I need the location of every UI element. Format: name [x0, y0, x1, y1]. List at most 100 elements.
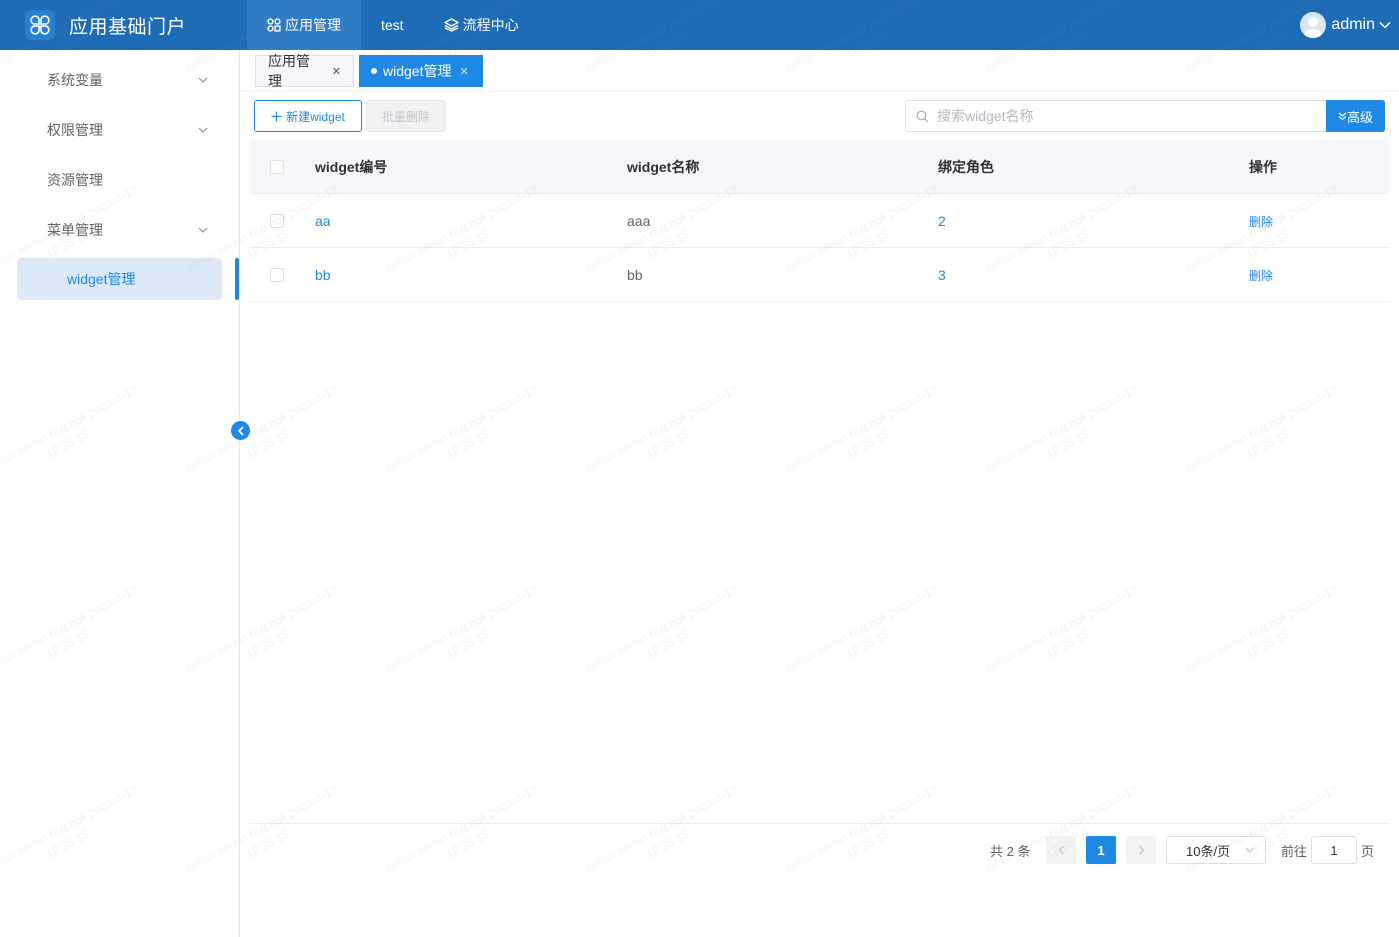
widget-name: bb — [627, 267, 643, 283]
watermark-line: 12:25:15 — [443, 626, 492, 662]
watermark-line: 12:25:15 — [1043, 626, 1092, 662]
widget-id-link[interactable]: aa — [315, 213, 331, 229]
goto-label: 前往 — [1281, 843, 1308, 859]
watermark-line: admin admin null null 2023-4-13 — [582, 782, 741, 876]
pagination-divider — [250, 823, 1389, 824]
tab-app-management[interactable]: 应用管理 ✕ — [255, 53, 354, 89]
watermark-text: admin admin null null 2023-4-1312:25:15 — [382, 782, 548, 890]
search-input[interactable] — [937, 108, 1317, 124]
batch-delete-label: 批量删除 — [381, 109, 430, 124]
batch-delete-button[interactable]: 批量删除 — [366, 100, 446, 132]
top-nav-label: test — [381, 17, 404, 33]
row-checkbox[interactable] — [270, 268, 284, 282]
widget-id-link[interactable]: bb — [315, 267, 331, 283]
double-chevron-down-icon — [1338, 112, 1347, 120]
watermark-line: admin admin null null 2023-4-13 — [382, 782, 541, 876]
close-icon[interactable]: ✕ — [332, 65, 341, 78]
watermark-line: 12:25:15 — [1043, 426, 1092, 462]
widget-name: aaa — [627, 213, 651, 229]
page-suffix: 页 — [1361, 843, 1375, 859]
tab-label: widget管理 — [383, 63, 452, 79]
watermark-text: admin admin null null 2023-4-1312:25:15 — [982, 382, 1148, 490]
brand: 应用基础门户 — [0, 0, 247, 50]
watermark-line: 12:25:15 — [843, 626, 892, 662]
top-nav-test[interactable]: test — [361, 0, 424, 50]
watermark-line: admin admin null null 2023-4-13 — [1182, 382, 1341, 476]
watermark-text: admin admin null null 2023-4-1312:25:15 — [582, 582, 748, 690]
watermark-line: admin admin null null 2023-4-13 — [382, 582, 541, 676]
watermark-text: admin admin null null 2023-4-1312:25:15 — [382, 582, 548, 690]
table-header: widget编号 widget名称 绑定角色 操作 — [250, 140, 1389, 194]
top-nav-process-center[interactable]: 流程中心 — [424, 0, 539, 50]
sidebar-subitem-label: widget管理 — [67, 271, 136, 287]
watermark-line: admin admin null null 2023-4-13 — [782, 382, 941, 476]
chevron-down-icon — [198, 227, 208, 233]
advanced-label: 高级 — [1346, 109, 1373, 125]
page-number-button[interactable]: 1 — [1086, 836, 1116, 864]
bound-roles-link[interactable]: 3 — [938, 267, 946, 283]
watermark-line: admin admin null null 2023-4-13 — [1182, 582, 1341, 676]
row-checkbox[interactable] — [270, 214, 284, 228]
watermark-line: admin admin null null 2023-4-13 — [982, 582, 1141, 676]
top-nav: 应用管理 test 流程中心 — [247, 0, 539, 50]
sidebar-item-label: 菜单管理 — [47, 222, 103, 238]
sidebar-item-system-variables[interactable]: 系统变量 — [0, 55, 239, 105]
chevron-left-icon — [1058, 845, 1064, 855]
watermark-text: admin admin null null 2023-4-1312:25:15 — [782, 582, 948, 690]
new-widget-button[interactable]: 新建widget — [254, 100, 362, 132]
watermark-text: admin admin null null 2023-4-1312:25:15 — [982, 582, 1148, 690]
page-size-select[interactable]: 10条/页 — [1166, 836, 1266, 864]
sidebar-item-label: 资源管理 — [47, 172, 103, 188]
search-icon — [916, 110, 929, 122]
tabs-bar: 应用管理 ✕ widget管理 ✕ — [240, 50, 1399, 92]
watermark-text: admin admin null null 2023-4-1312:25:15 — [1182, 582, 1348, 690]
watermark-text: admin admin null null 2023-4-1312:25:15 — [1182, 382, 1348, 490]
sidebar-collapse-button[interactable] — [231, 421, 250, 440]
watermark-line: admin admin null null 2023-4-13 — [782, 582, 941, 676]
app-logo-icon — [25, 10, 55, 40]
watermark-text: admin admin null null 2023-4-1312:25:15 — [782, 782, 948, 890]
watermark-text: admin admin null null 2023-4-1312:25:15 — [582, 382, 748, 490]
watermark-line: 12:25:15 — [1243, 426, 1292, 462]
delete-button[interactable]: 删除 — [1249, 213, 1273, 230]
sidebar-item-label: 系统变量 — [47, 72, 103, 88]
sidebar: 系统变量 权限管理 资源管理 菜单管理 widget管理 — [0, 50, 240, 937]
user-name: admin — [1331, 16, 1375, 33]
watermark-line: admin admin null null 2023-4-13 — [582, 382, 741, 476]
column-header: widget编号 — [315, 159, 388, 175]
watermark-line: 12:25:15 — [443, 426, 492, 462]
table-row: bb bb 3 删除 — [250, 248, 1389, 302]
chevron-right-icon — [1138, 845, 1144, 855]
watermark-line: 12:25:15 — [443, 826, 492, 862]
bound-roles-link[interactable]: 2 — [938, 213, 946, 229]
watermark-text: admin admin null null 2023-4-1312:25:15 — [382, 382, 548, 490]
tab-widget-management[interactable]: widget管理 ✕ — [359, 55, 483, 87]
tab-label: 应用管理 — [268, 53, 310, 89]
top-nav-app-management[interactable]: 应用管理 — [247, 0, 361, 50]
page-size-value: 10条/页 — [1186, 843, 1231, 859]
layers-icon — [443, 18, 459, 32]
chevron-down-icon — [198, 127, 208, 133]
watermark-line: 12:25:15 — [643, 626, 692, 662]
sidebar-item-resource-management[interactable]: 资源管理 — [0, 155, 239, 205]
user-menu[interactable]: admin — [1300, 0, 1391, 50]
top-nav-label: 流程中心 — [462, 17, 519, 33]
select-all-checkbox[interactable] — [270, 160, 284, 174]
advanced-search-button[interactable]: 高级 — [1326, 100, 1385, 132]
watermark-line: 12:25:15 — [843, 426, 892, 462]
sidebar-item-label: 权限管理 — [47, 122, 103, 138]
watermark-line: admin admin null null 2023-4-13 — [982, 382, 1141, 476]
next-page-button[interactable] — [1126, 836, 1156, 864]
sidebar-item-permission-management[interactable]: 权限管理 — [0, 105, 239, 155]
watermark-text: admin admin null null 2023-4-1312:25:15 — [782, 382, 948, 490]
column-header: 绑定角色 — [938, 159, 994, 175]
sidebar-item-menu-management[interactable]: 菜单管理 — [0, 205, 239, 255]
watermark-text: admin admin null null 2023-4-1312:25:15 — [582, 782, 748, 890]
close-icon[interactable]: ✕ — [459, 65, 468, 78]
delete-button[interactable]: 删除 — [1249, 267, 1273, 284]
goto-page-input[interactable] — [1311, 836, 1357, 864]
prev-page-button[interactable] — [1046, 836, 1076, 864]
watermark-line: admin admin null null 2023-4-13 — [782, 782, 941, 876]
top-nav-label: 应用管理 — [285, 17, 341, 33]
sidebar-subitem-widget-management[interactable]: widget管理 — [17, 258, 222, 300]
